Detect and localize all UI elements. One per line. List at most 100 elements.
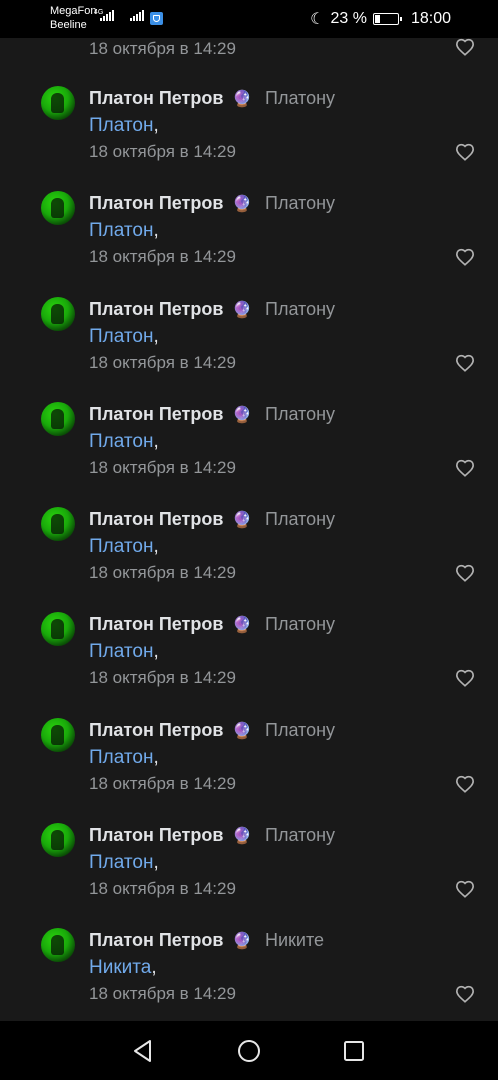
comment-item[interactable]: Платон Петров 🔮 Никите Никита, 18 октябр…: [0, 928, 498, 1033]
comment-text: Никита,: [89, 957, 157, 979]
crystal-ball-emoji-icon: 🔮: [232, 828, 252, 845]
carrier-2: Beeline: [50, 19, 87, 31]
mention-link[interactable]: Платон: [89, 747, 153, 768]
comment-time[interactable]: 18 октября в 14:29: [89, 879, 236, 899]
avatar[interactable]: [41, 823, 75, 857]
avatar[interactable]: [41, 718, 75, 752]
heart-outline-icon[interactable]: [455, 985, 475, 1003]
comment-item[interactable]: Платон Петров 🔮 Платону Платон, 18 октяб…: [0, 718, 498, 823]
author-name[interactable]: Платон Петров: [89, 825, 223, 846]
avatar[interactable]: [41, 297, 75, 331]
heart-outline-icon[interactable]: [455, 669, 475, 687]
author-name[interactable]: Платон Петров: [89, 193, 223, 214]
reply-to-label[interactable]: Платону: [265, 720, 335, 741]
heart-outline-icon[interactable]: [455, 459, 475, 477]
author-name[interactable]: Платон Петров: [89, 404, 223, 425]
reply-to-label[interactable]: Платону: [265, 404, 335, 425]
signal-icon-sim1: [100, 10, 114, 21]
comment-text: Платон,: [89, 431, 159, 453]
clock: 18:00: [410, 10, 451, 27]
heart-outline-icon[interactable]: [455, 38, 475, 56]
comment-text: Платон,: [89, 536, 159, 558]
comment-text: Платон,: [89, 641, 159, 663]
comment-time[interactable]: 18 октября в 14:29: [89, 458, 236, 478]
avatar[interactable]: [41, 507, 75, 541]
author-name[interactable]: Платон Петров: [89, 720, 223, 741]
heart-outline-icon[interactable]: [455, 880, 475, 898]
partial-comment-time: 18 октября в 14:29: [89, 39, 236, 58]
comment-time[interactable]: 18 октября в 14:29: [89, 563, 236, 583]
comment-time[interactable]: 18 октября в 14:29: [89, 984, 236, 1004]
crystal-ball-emoji-icon: 🔮: [232, 91, 252, 108]
comment-time[interactable]: 18 октября в 14:29: [89, 774, 236, 794]
comment-punct: ,: [153, 220, 159, 241]
reply-to-label[interactable]: Платону: [265, 825, 335, 846]
author-name[interactable]: Платон Петров: [89, 299, 223, 320]
mention-link[interactable]: Никита: [89, 957, 151, 978]
author-name[interactable]: Платон Петров: [89, 88, 223, 109]
comment-item[interactable]: Платон Петров 🔮 Платону Платон, 18 октяб…: [0, 823, 498, 928]
comment-text: Платон,: [89, 326, 159, 348]
crystal-ball-emoji-icon: 🔮: [232, 512, 252, 529]
vpn-shield-icon: [150, 12, 163, 25]
comment-item[interactable]: Платон Петров 🔮 Платону Платон, 18 октяб…: [0, 86, 498, 191]
comment-item[interactable]: Платон Петров 🔮 Платону Платон, 18 октяб…: [0, 612, 498, 717]
mention-link[interactable]: Платон: [89, 431, 153, 452]
mention-link[interactable]: Платон: [89, 641, 153, 662]
avatar[interactable]: [41, 191, 75, 225]
circle-home-icon[interactable]: [236, 1038, 262, 1064]
comment-punct: ,: [153, 536, 159, 557]
status-bar: MegaFon Beeline 4G ☾ 23 % 18:00: [0, 0, 498, 38]
avatar[interactable]: [41, 612, 75, 646]
status-right: ☾ 23 % 18:00: [310, 9, 451, 29]
battery-percent: 23 %: [330, 10, 367, 27]
mention-link[interactable]: Платон: [89, 852, 153, 873]
comment-time[interactable]: 18 октября в 14:29: [89, 668, 236, 688]
comment-item[interactable]: Платон Петров 🔮 Платону Платон, 18 октяб…: [0, 297, 498, 402]
crystal-ball-emoji-icon: 🔮: [232, 723, 252, 740]
comment-text: Платон,: [89, 747, 159, 769]
comment-time[interactable]: 18 октября в 14:29: [89, 142, 236, 162]
mention-link[interactable]: Платон: [89, 536, 153, 557]
reply-to-label[interactable]: Платону: [265, 193, 335, 214]
reply-to-label[interactable]: Платону: [265, 299, 335, 320]
mention-link[interactable]: Платон: [89, 220, 153, 241]
reply-to-label[interactable]: Платону: [265, 509, 335, 530]
comment-time[interactable]: 18 октября в 14:29: [89, 247, 236, 267]
comment-item[interactable]: Платон Петров 🔮 Платону Платон, 18 октяб…: [0, 507, 498, 612]
battery-icon: [372, 13, 402, 25]
crystal-ball-emoji-icon: 🔮: [232, 933, 252, 950]
crystal-ball-emoji-icon: 🔮: [232, 407, 252, 424]
avatar[interactable]: [41, 928, 75, 962]
crystal-ball-emoji-icon: 🔮: [232, 302, 252, 319]
reply-to-label[interactable]: Платону: [265, 614, 335, 635]
heart-outline-icon[interactable]: [455, 564, 475, 582]
heart-outline-icon[interactable]: [455, 775, 475, 793]
comment-text: Платон,: [89, 115, 159, 137]
comment-punct: ,: [153, 641, 159, 662]
heart-outline-icon[interactable]: [455, 143, 475, 161]
comment-item[interactable]: Платон Петров 🔮 Платону Платон, 18 октяб…: [0, 402, 498, 507]
author-name[interactable]: Платон Петров: [89, 509, 223, 530]
reply-to-label[interactable]: Никите: [265, 930, 324, 951]
heart-outline-icon[interactable]: [455, 248, 475, 266]
avatar[interactable]: [41, 86, 75, 120]
system-nav-bar: [0, 1021, 498, 1080]
comment-text: Платон,: [89, 220, 159, 242]
reply-to-label[interactable]: Платону: [265, 88, 335, 109]
comment-item[interactable]: Платон Петров 🔮 Платону Платон, 18 октяб…: [0, 191, 498, 296]
mention-link[interactable]: Платон: [89, 115, 153, 136]
author-name[interactable]: Платон Петров: [89, 930, 223, 951]
signal-icon-sim2: [130, 10, 144, 21]
author-name[interactable]: Платон Петров: [89, 614, 223, 635]
mention-link[interactable]: Платон: [89, 326, 153, 347]
square-recents-icon[interactable]: [341, 1038, 367, 1064]
comment-time[interactable]: 18 октября в 14:29: [89, 353, 236, 373]
crystal-ball-emoji-icon: 🔮: [232, 617, 252, 634]
avatar[interactable]: [41, 402, 75, 436]
comment-punct: ,: [151, 957, 157, 978]
heart-outline-icon[interactable]: [455, 354, 475, 372]
triangle-back-icon[interactable]: [130, 1038, 156, 1064]
carrier-names: MegaFon Beeline: [50, 4, 96, 32]
comment-text: Платон,: [89, 852, 159, 874]
